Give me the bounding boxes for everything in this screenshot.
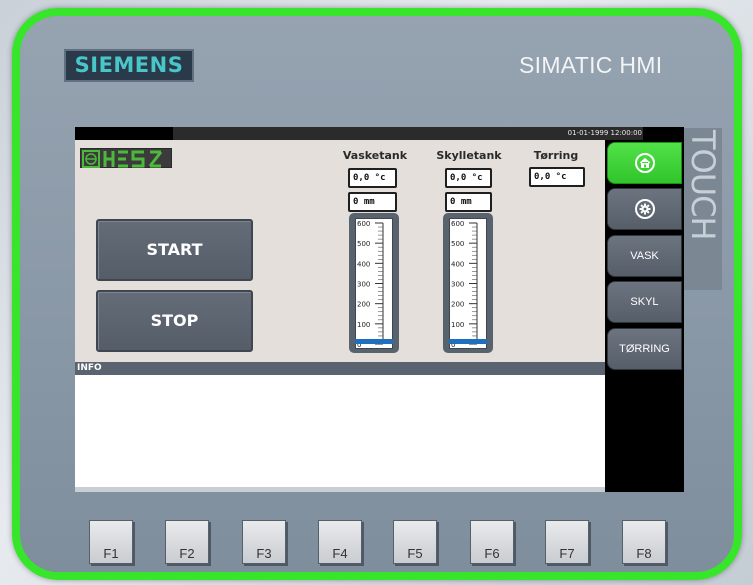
gauge-tick-label: 200 <box>357 301 370 309</box>
gauge-tick-label: 500 <box>451 240 464 248</box>
f5-key[interactable]: F5 <box>393 520 437 564</box>
gauge-ticks: 6005004003002001000 <box>357 220 384 349</box>
gauge-tick-label: 400 <box>451 260 464 268</box>
f1-key[interactable]: F1 <box>89 520 133 564</box>
nav-vask-button[interactable]: VASK <box>607 235 682 277</box>
stop-button[interactable]: STOP <box>96 290 253 352</box>
heso-logo <box>80 148 172 168</box>
gauge-tick-label: 300 <box>451 281 464 289</box>
home-icon <box>634 153 655 173</box>
f4-key[interactable]: F4 <box>318 520 362 564</box>
status-bar-left <box>75 127 173 140</box>
info-header: INFO <box>75 362 605 375</box>
touch-label: TOUCH <box>684 128 722 290</box>
f6-key[interactable]: F6 <box>470 520 514 564</box>
start-button[interactable]: START <box>96 219 253 281</box>
nav-skyl-button[interactable]: SKYL <box>607 281 682 323</box>
gauge-tick-label: 600 <box>451 220 464 228</box>
f7-key[interactable]: F7 <box>545 520 589 564</box>
gauge-tick-label: 200 <box>451 301 464 309</box>
settings-icon <box>634 199 655 219</box>
skylletank-temperature: 0,0 °c <box>445 168 492 188</box>
vasketank-title: Vasketank <box>342 149 408 162</box>
nav-home-button[interactable] <box>607 142 682 184</box>
gauge-tick-label: 400 <box>357 260 370 268</box>
gauge-tick-label: 300 <box>357 281 370 289</box>
info-footer <box>75 487 605 492</box>
info-message-area <box>75 375 605 487</box>
gauge-tick-label: 600 <box>357 220 370 228</box>
gauge-ticks: 6005004003002001000 <box>451 220 478 349</box>
f8-key[interactable]: F8 <box>622 520 666 564</box>
skylletank-level: 0 mm <box>445 192 492 212</box>
torring-temperature: 0,0 °c <box>529 167 585 187</box>
status-bar: 01-01-1999 12:00:00 <box>75 127 684 140</box>
f3-key[interactable]: F3 <box>242 520 286 564</box>
nav-settings-button[interactable] <box>607 188 682 230</box>
datetime: 01-01-1999 12:00:00 <box>567 129 642 137</box>
main-panel: Vasketank Skylletank Tørring 0,0 °c 0,0 … <box>75 140 605 362</box>
skylletank-title: Skylletank <box>436 149 502 162</box>
gauge-tick-label: 500 <box>357 240 370 248</box>
gauge-fill <box>449 339 487 344</box>
gauge-tick-label: 100 <box>357 321 370 329</box>
vasketank-temperature: 0,0 °c <box>348 168 397 188</box>
gauge-fill <box>355 339 393 344</box>
vasketank-gauge: 600 500 400 300 200 100 0 <box>349 213 399 353</box>
f2-key[interactable]: F2 <box>165 520 209 564</box>
vasketank-level: 0 mm <box>348 192 397 212</box>
gauge-tick-label: 100 <box>451 321 464 329</box>
hmi-screen: 01-01-1999 12:00:00 Vasketank Skylletank… <box>75 127 684 492</box>
brand-logo: SIEMENS <box>64 49 194 82</box>
nav-torring-button[interactable]: TØRRING <box>607 328 682 370</box>
model-label: SIMATIC HMI <box>519 52 663 78</box>
heso-logo-graphic <box>82 150 163 168</box>
nav-sidebar: VASK SKYL TØRRING <box>605 140 684 492</box>
skylletank-gauge: 600 500 400 300 200 100 0 <box>443 213 493 353</box>
torring-title: Tørring <box>533 149 579 162</box>
